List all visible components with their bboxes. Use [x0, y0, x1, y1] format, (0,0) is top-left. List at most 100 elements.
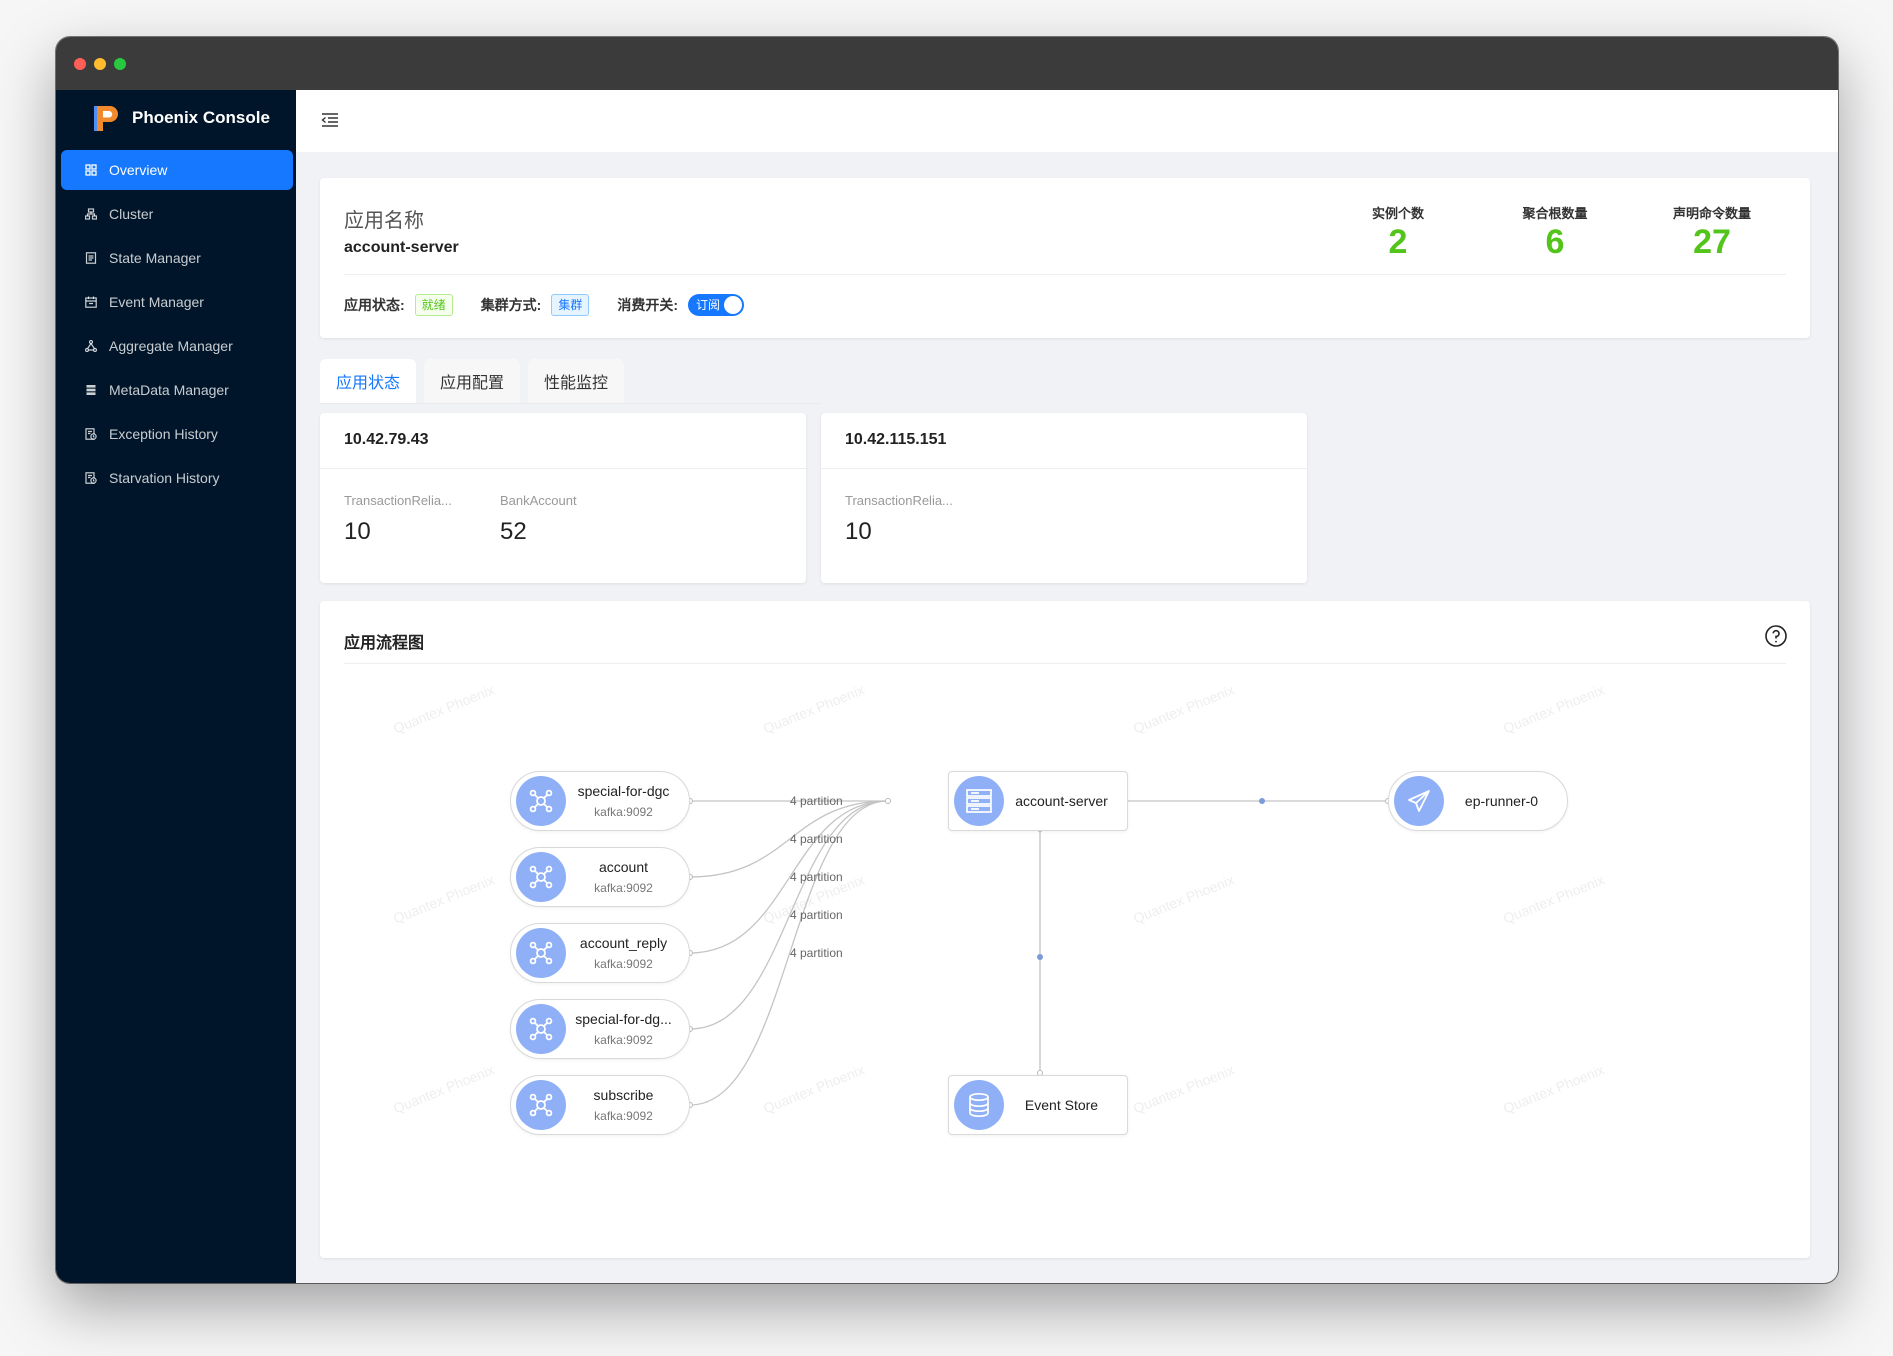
brand[interactable]: Phoenix Console	[92, 101, 270, 135]
tab-app-status[interactable]: 应用状态	[320, 359, 417, 403]
edge-special-for-dg	[689, 800, 889, 1030]
database-icon	[84, 383, 98, 397]
divider	[344, 274, 1786, 275]
sidebar-menu: Overview Cluster State Manager Event Man…	[61, 150, 293, 502]
node-text: special-for-dgc kafka:9092	[566, 783, 689, 819]
node-text: special-for-dg... kafka:9092	[566, 1011, 689, 1047]
app-status-badge: 就绪	[414, 294, 453, 316]
stat-instance-count: 实例个数 2	[1338, 203, 1458, 260]
edge-label: 4 partition	[790, 908, 843, 922]
tab-app-config[interactable]: 应用配置	[424, 359, 521, 403]
phoenix-logo-icon	[92, 103, 122, 133]
kafka-icon	[516, 928, 566, 978]
source-node[interactable]: subscribe kafka:9092	[510, 1075, 690, 1135]
stat-command-count: 声明命令数量 27	[1652, 203, 1772, 260]
sidebar-item-exception-history[interactable]: Exception History	[61, 414, 293, 454]
database-icon	[954, 1080, 1004, 1130]
app-status-label: 应用状态:	[344, 297, 405, 313]
target-node[interactable]: ep-runner-0	[1388, 771, 1568, 831]
tree-icon	[84, 339, 98, 353]
source-node[interactable]: account kafka:9092	[510, 847, 690, 907]
cluster-icon	[84, 207, 98, 221]
node-text: subscribe kafka:9092	[566, 1087, 689, 1123]
main-content: 应用名称 account-server 实例个数 2 聚合根数量 6 声明命令数…	[296, 90, 1838, 1283]
server-icon	[954, 776, 1004, 826]
edge-account-reply	[689, 800, 889, 954]
source-node[interactable]: special-for-dgc kafka:9092	[510, 771, 690, 831]
node-text: Event Store	[1004, 1097, 1127, 1113]
node-name: Event Store	[1024, 1097, 1099, 1113]
sidebar-item-overview[interactable]: Overview	[61, 150, 293, 190]
node-text: account_reply kafka:9092	[566, 935, 689, 971]
kafka-icon	[516, 776, 566, 826]
node-subtitle: kafka:9092	[594, 1109, 653, 1123]
instance-card: 10.42.79.43 TransactionRelia... 10 BankA…	[320, 413, 806, 583]
node-name: account	[598, 859, 649, 875]
cluster-mode-label: 集群方式:	[480, 297, 542, 313]
sidebar-item-label: Event Manager	[109, 294, 204, 310]
sidebar-item-label: State Manager	[109, 250, 201, 266]
tab-bar: 应用状态 应用配置 性能监控	[320, 359, 632, 403]
grid-icon	[84, 163, 98, 177]
stat-value: 6	[1545, 223, 1565, 261]
divider	[821, 468, 1307, 469]
metric-value: 10	[845, 518, 872, 545]
app-window: Phoenix Console Overview Cluster State M…	[56, 37, 1838, 1283]
source-node[interactable]: account_reply kafka:9092	[510, 923, 690, 983]
node-name: account-server	[1015, 793, 1108, 809]
event-store-node[interactable]: Event Store	[948, 1075, 1128, 1135]
metric-name: TransactionRelia...	[344, 493, 452, 508]
stat-title: 声明命令数量	[1672, 206, 1751, 221]
kafka-icon	[516, 1080, 566, 1130]
sidebar-item-state-manager[interactable]: State Manager	[61, 238, 293, 278]
sidebar: Phoenix Console Overview Cluster State M…	[56, 90, 296, 1283]
kafka-icon	[516, 852, 566, 902]
sidebar-item-event-manager[interactable]: Event Manager	[61, 282, 293, 322]
sidebar-item-cluster[interactable]: Cluster	[61, 194, 293, 234]
node-subtitle: kafka:9092	[594, 1033, 653, 1047]
history-icon	[84, 471, 98, 485]
consume-toggle-text: 订阅	[696, 298, 721, 312]
sidebar-item-label: Cluster	[109, 206, 154, 222]
close-window-button[interactable]	[74, 58, 86, 70]
app-info-card: 应用名称 account-server 实例个数 2 聚合根数量 6 声明命令数…	[320, 178, 1810, 338]
flow-chart-card: 应用流程图 Quantex Phoenix Quantex Phoenix Quan…	[320, 601, 1810, 1258]
instance-ip: 10.42.79.43	[344, 431, 429, 448]
edge-label: 4 partition	[790, 870, 843, 884]
app-name-value: account-server	[344, 239, 459, 256]
top-header	[296, 90, 1838, 152]
instance-ip: 10.42.115.151	[845, 431, 947, 448]
edge-label: 4 partition	[790, 794, 843, 808]
divider	[320, 468, 806, 469]
sidebar-item-starvation-history[interactable]: Starvation History	[61, 458, 293, 498]
metric-name: TransactionRelia...	[845, 493, 953, 508]
sidebar-item-aggregate-manager[interactable]: Aggregate Manager	[61, 326, 293, 366]
app-server-node[interactable]: account-server	[948, 771, 1128, 831]
brand-name: Phoenix Console	[132, 108, 270, 127]
metric-value: 52	[500, 518, 527, 545]
stat-title: 聚合根数量	[1522, 206, 1588, 221]
node-name: account_reply	[579, 935, 668, 951]
status-row: 应用状态: 就绪 集群方式: 集群 消费开关: 订阅	[344, 294, 745, 316]
kafka-icon	[516, 1004, 566, 1054]
node-text: account kafka:9092	[566, 859, 689, 895]
metric-value: 10	[344, 518, 371, 545]
node-subtitle: kafka:9092	[594, 881, 653, 895]
menu-fold-icon[interactable]	[321, 112, 339, 128]
node-text: ep-runner-0	[1444, 793, 1567, 809]
source-node[interactable]: special-for-dg... kafka:9092	[510, 999, 690, 1059]
node-name: special-for-dg...	[575, 1011, 672, 1027]
node-name: subscribe	[593, 1087, 654, 1103]
sidebar-item-label: MetaData Manager	[109, 382, 229, 398]
sidebar-item-label: Overview	[109, 162, 168, 178]
minimize-window-button[interactable]	[94, 58, 106, 70]
consume-switch-label: 消费开关:	[617, 297, 679, 313]
sidebar-item-metadata-manager[interactable]: MetaData Manager	[61, 370, 293, 410]
metric-item: TransactionRelia... 10	[845, 493, 985, 546]
node-name: ep-runner-0	[1464, 793, 1539, 809]
tab-performance[interactable]: 性能监控	[528, 359, 625, 403]
maximize-window-button[interactable]	[114, 58, 126, 70]
consume-toggle[interactable]: 订阅	[688, 294, 745, 316]
stat-value: 2	[1388, 223, 1408, 261]
edge-label: 4 partition	[790, 832, 843, 846]
